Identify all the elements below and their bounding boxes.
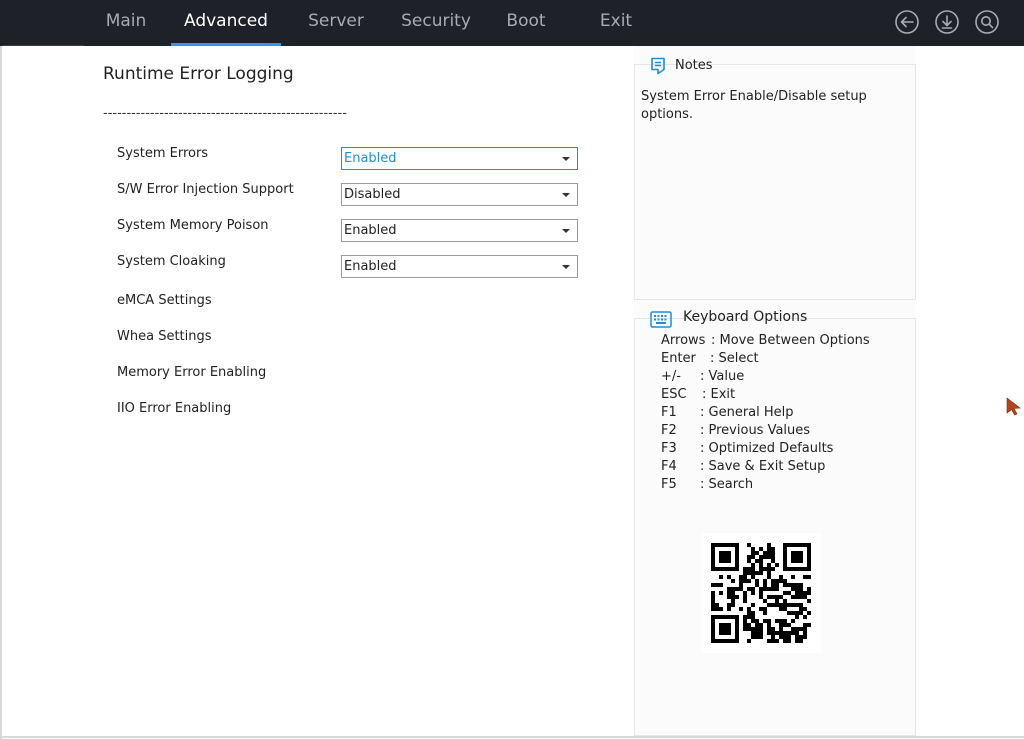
system-memory-poison-value: Enabled <box>344 223 397 238</box>
sw-error-injection-label: S/W Error Injection Support <box>117 182 294 197</box>
sw-error-injection-select[interactable]: Disabled <box>341 183 578 206</box>
key-name: ESC <box>661 387 687 402</box>
frame-left-border <box>0 46 2 739</box>
keyboard-row: ESC : Exit <box>661 387 735 402</box>
key-name: F1 <box>661 405 677 420</box>
keyboard-row: F5 : Search <box>661 477 753 492</box>
tab-server[interactable]: Server <box>300 0 372 46</box>
memory-error-enabling-link[interactable]: Memory Error Enabling <box>117 365 266 380</box>
frame-bottom-border <box>0 736 1024 738</box>
key-name: Arrows <box>661 333 706 348</box>
download-icon[interactable] <box>934 9 960 35</box>
keyboard-row: F4 : Save & Exit Setup <box>661 459 825 474</box>
whea-settings-link[interactable]: Whea Settings <box>117 329 212 344</box>
title-separator: ----------------------------------------… <box>103 106 347 121</box>
system-cloaking-label: System Cloaking <box>117 254 226 269</box>
keyboard-row: Enter : Select <box>661 351 759 366</box>
keyboard-row: F2 : Previous Values <box>661 423 810 438</box>
key-name: Enter <box>661 351 696 366</box>
tab-security[interactable]: Security <box>396 0 476 46</box>
iio-error-enabling-link[interactable]: IIO Error Enabling <box>117 401 231 416</box>
back-arrow-icon[interactable] <box>894 9 920 35</box>
qr-code-image <box>711 543 811 643</box>
key-name: F2 <box>661 423 677 438</box>
notes-icon <box>651 57 665 75</box>
emca-settings-link[interactable]: eMCA Settings <box>117 293 212 308</box>
tab-main[interactable]: Main <box>96 0 156 46</box>
keyboard-row: F1 : General Help <box>661 405 794 420</box>
keyboard-row: Arrows : Move Between Options <box>661 333 870 348</box>
tab-exit[interactable]: Exit <box>590 0 642 46</box>
key-name: F5 <box>661 477 677 492</box>
key-description: : Select <box>710 351 759 366</box>
system-errors-label: System Errors <box>117 146 209 161</box>
search-icon[interactable] <box>974 9 1000 35</box>
key-name: F4 <box>661 459 677 474</box>
key-description: : Search <box>700 477 754 492</box>
tab-advanced[interactable]: Advanced <box>171 0 281 46</box>
key-description: : Move Between Options <box>711 333 870 348</box>
system-errors-value: Enabled <box>344 151 397 166</box>
system-cloaking-value: Enabled <box>344 259 397 274</box>
key-description: : Optimized Defaults <box>700 441 834 456</box>
chevron-down-icon <box>562 157 570 161</box>
tab-boot[interactable]: Boot <box>500 0 552 46</box>
key-description: : General Help <box>700 405 794 420</box>
keyboard-icon <box>650 311 672 328</box>
system-memory-poison-label: System Memory Poison <box>117 218 269 233</box>
key-description: : Save & Exit Setup <box>700 459 826 474</box>
key-name: +/- <box>661 369 681 384</box>
keyboard-options-title: Keyboard Options <box>683 309 808 325</box>
key-description: : Value <box>700 369 745 384</box>
system-memory-poison-select[interactable]: Enabled <box>341 219 578 242</box>
chevron-down-icon <box>562 265 570 269</box>
page-title: Runtime Error Logging <box>103 64 294 84</box>
system-cloaking-select[interactable]: Enabled <box>341 255 578 278</box>
key-name: F3 <box>661 441 677 456</box>
key-description: : Previous Values <box>700 423 811 438</box>
chevron-down-icon <box>562 193 570 197</box>
system-errors-select[interactable]: Enabled <box>341 147 578 170</box>
notes-title: Notes <box>675 58 713 73</box>
chevron-down-icon <box>562 229 570 233</box>
keyboard-row: F3 : Optimized Defaults <box>661 441 833 456</box>
qr-code <box>701 533 821 653</box>
mouse-cursor-icon <box>1006 397 1021 416</box>
topbar-divider <box>2 45 84 46</box>
top-navigation-bar: Main Advanced Server Security Boot Exit <box>0 0 1024 46</box>
keyboard-row: +/- : Value <box>661 369 744 384</box>
notes-text: System Error Enable/Disable setup option… <box>641 89 867 122</box>
sw-error-injection-value: Disabled <box>344 187 401 202</box>
key-description: : Exit <box>702 387 736 402</box>
